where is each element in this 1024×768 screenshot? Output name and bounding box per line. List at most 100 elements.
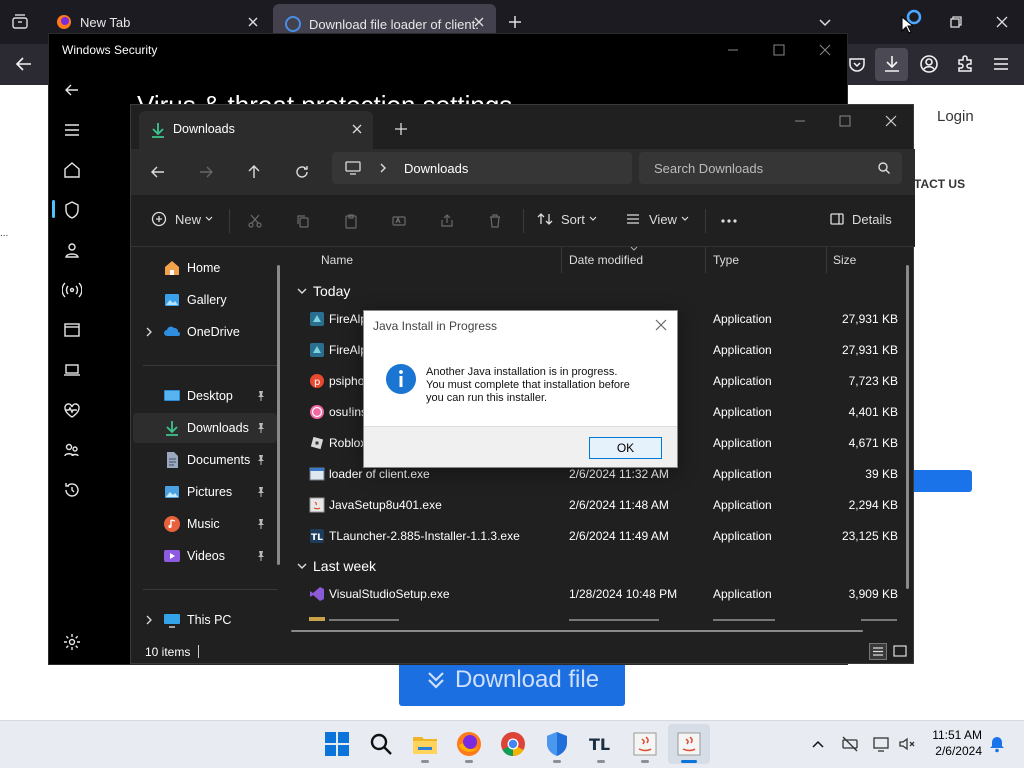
refresh-icon[interactable] (293, 163, 311, 181)
home-icon (165, 261, 179, 275)
explorer-tab[interactable]: Downloads (139, 111, 373, 149)
menu-icon[interactable] (989, 52, 1013, 76)
extensions-icon[interactable] (953, 52, 977, 76)
device-security-icon[interactable] (62, 360, 82, 380)
share-icon[interactable] (439, 213, 455, 229)
column-name[interactable]: Name (321, 253, 353, 267)
paste-icon[interactable] (343, 213, 359, 229)
column-date-modified[interactable]: Date modified (569, 253, 643, 267)
display-icon[interactable] (872, 735, 890, 753)
chevron-up-icon[interactable] (810, 736, 826, 752)
close-icon[interactable] (815, 40, 835, 60)
chevron-right-icon (380, 163, 386, 173)
details-view-icon[interactable] (869, 643, 887, 660)
list-all-tabs-icon[interactable] (815, 12, 835, 32)
tiles-view-icon[interactable] (891, 643, 909, 660)
details-button[interactable]: Details (829, 211, 892, 227)
file-list-horizontal-scrollbar[interactable] (291, 630, 863, 632)
chevron-right-icon (146, 327, 152, 337)
shield-icon[interactable] (62, 200, 82, 220)
delete-icon[interactable] (487, 213, 503, 229)
back-icon[interactable] (12, 52, 36, 76)
ok-button[interactable]: OK (589, 437, 662, 459)
login-link[interactable]: Login (937, 108, 974, 125)
device-health-icon[interactable] (62, 400, 82, 420)
close-tab-icon[interactable] (349, 121, 365, 137)
java-installer-icon[interactable] (632, 731, 658, 757)
nav-scrollbar[interactable] (277, 265, 280, 565)
back-icon[interactable] (149, 163, 167, 181)
contact-us-link[interactable]: TACT US (914, 177, 965, 191)
restore-window-icon[interactable] (944, 10, 968, 34)
address-bar[interactable]: Downloads (332, 152, 632, 184)
nav-documents[interactable]: Documents (133, 445, 277, 475)
running-indicator (597, 760, 605, 763)
more-options-icon[interactable] (720, 213, 738, 229)
file-row[interactable]: TL TLauncher-2.885-Installer-1.1.3.exe 2… (291, 521, 911, 552)
close-icon[interactable] (653, 317, 669, 333)
forward-icon[interactable] (197, 163, 215, 181)
file-explorer-icon[interactable] (412, 731, 438, 757)
search-box[interactable]: Search Downloads (639, 152, 902, 184)
pocket-icon[interactable] (845, 52, 869, 76)
nav-videos[interactable]: Videos (133, 541, 277, 571)
java-app-icon[interactable] (676, 731, 702, 757)
protection-history-icon[interactable] (62, 480, 82, 500)
breadcrumb-downloads[interactable]: Downloads (404, 161, 468, 176)
settings-gear-icon[interactable] (62, 632, 82, 652)
tlauncher-icon[interactable]: TL (588, 731, 614, 757)
up-icon[interactable] (245, 163, 263, 181)
tab-list-icon[interactable] (10, 12, 30, 32)
maximize-icon[interactable] (769, 40, 789, 60)
file-row[interactable]: VisualStudioSetup.exe 1/28/2024 10:48 PM… (291, 579, 911, 610)
file-list-vertical-scrollbar[interactable] (906, 265, 909, 589)
notification-bell-icon[interactable] (988, 735, 1006, 753)
nav-gallery[interactable]: Gallery (133, 285, 277, 315)
home-icon[interactable] (62, 160, 82, 180)
nav-home[interactable]: Home (133, 253, 277, 283)
nav-pictures[interactable]: Pictures (133, 477, 277, 507)
view-button[interactable]: View (625, 211, 689, 227)
page-blue-button[interactable] (914, 470, 972, 492)
nav-music[interactable]: Music (133, 509, 277, 539)
account-protection-icon[interactable] (62, 240, 82, 260)
nav-downloads[interactable]: Downloads (133, 413, 277, 443)
rename-icon[interactable] (391, 213, 407, 229)
close-window-icon[interactable] (990, 10, 1014, 34)
chrome-icon[interactable] (500, 731, 526, 757)
column-size[interactable]: Size (833, 253, 856, 267)
search-icon[interactable] (368, 731, 394, 757)
account-icon[interactable] (917, 52, 941, 76)
new-button[interactable]: New (151, 211, 213, 227)
new-tab-icon[interactable] (393, 121, 409, 137)
start-windows-icon[interactable] (324, 731, 350, 757)
group-last-week[interactable]: Last week (297, 558, 376, 574)
nav-desktop[interactable]: Desktop (133, 381, 277, 411)
maximize-icon[interactable] (836, 112, 854, 130)
file-row[interactable]: JavaSetup8u401.exe 2/6/2024 11:48 AM App… (291, 490, 911, 521)
close-tab-icon[interactable] (244, 13, 262, 31)
nav-this-pc[interactable]: This PC (133, 605, 277, 635)
close-icon[interactable] (882, 112, 900, 130)
nav-onedrive[interactable]: OneDrive (133, 317, 277, 347)
cut-icon[interactable] (247, 213, 263, 229)
new-tab-icon[interactable] (505, 12, 525, 32)
speaker-muted-icon[interactable] (898, 735, 916, 753)
back-icon[interactable] (62, 80, 82, 100)
firefox-icon[interactable] (456, 731, 482, 757)
network-icon[interactable] (62, 280, 82, 300)
hamburger-icon[interactable] (62, 120, 82, 140)
system-clock[interactable]: 11:51 AM 2/6/2024 (932, 727, 982, 759)
tlauncher-icon: TL (310, 529, 324, 543)
windows-security-shield-icon[interactable] (544, 731, 570, 757)
minimize-icon[interactable] (723, 40, 743, 60)
app-browser-icon[interactable] (62, 320, 82, 340)
column-type[interactable]: Type (713, 253, 739, 267)
copy-icon[interactable] (295, 213, 311, 229)
sort-button[interactable]: Sort (537, 211, 597, 227)
minimize-icon[interactable] (791, 112, 809, 130)
family-options-icon[interactable] (62, 440, 82, 460)
close-tab-icon[interactable] (470, 13, 488, 31)
network-disconnected-icon[interactable] (841, 735, 859, 753)
group-today[interactable]: Today (297, 283, 350, 299)
